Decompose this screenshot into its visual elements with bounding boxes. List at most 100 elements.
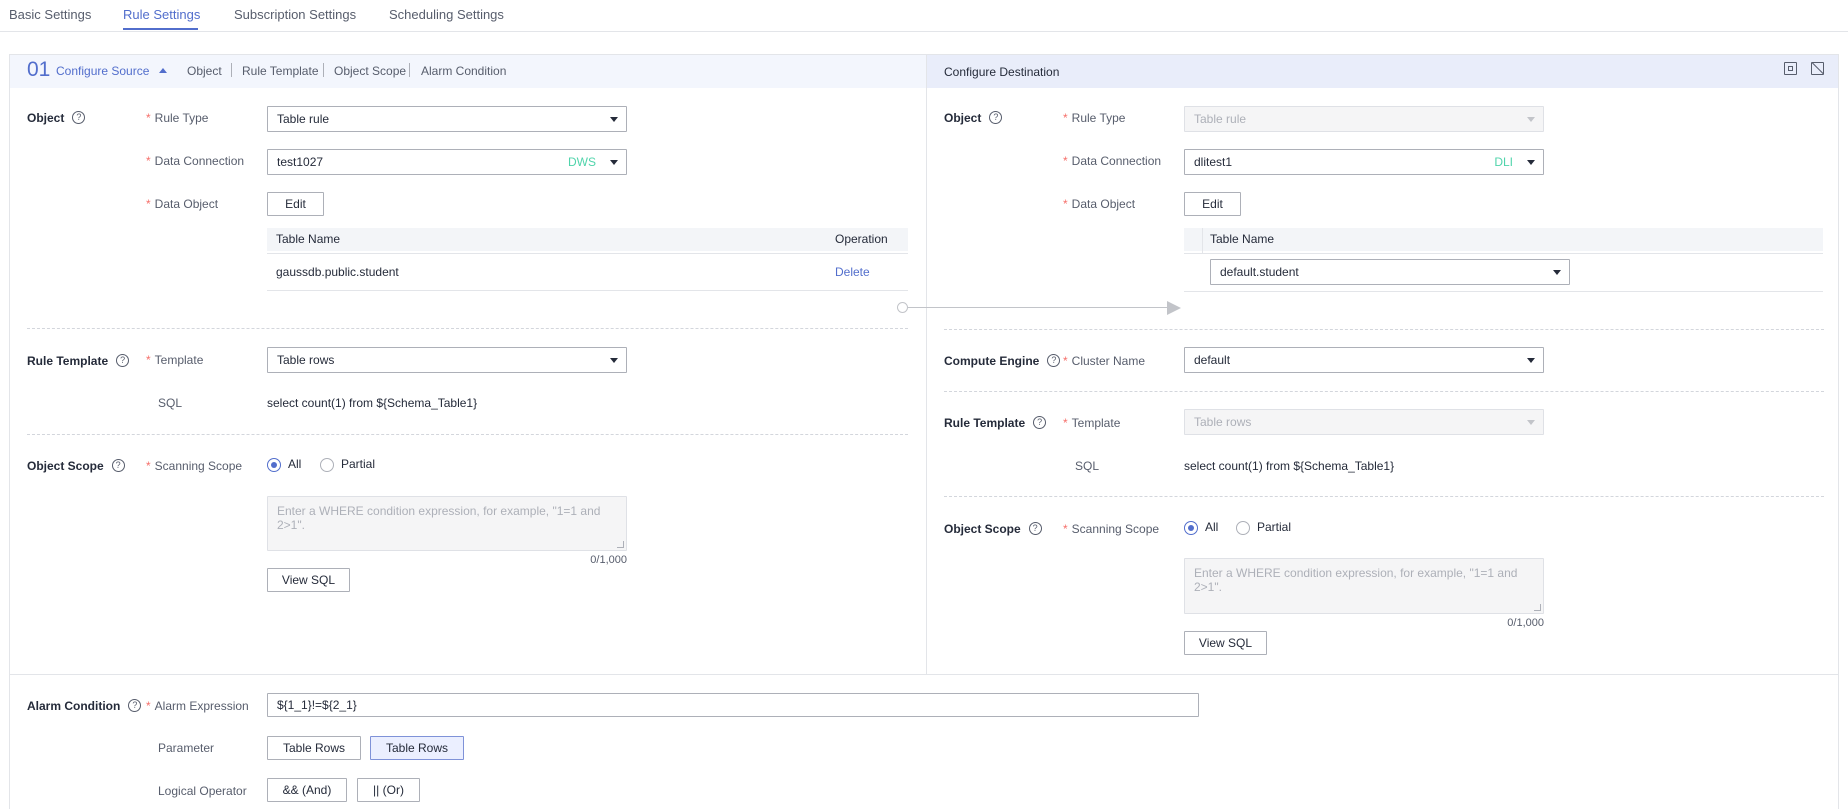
chevron-down-icon [610,358,618,363]
mapping-start-node-icon [897,302,908,313]
copy-icon-inner [1788,66,1793,71]
chevron-down-icon [1527,358,1535,363]
source-object-section-label: Object? [27,111,86,125]
destination-rule-type-select: Table rule [1184,106,1544,132]
destination-scope-partial-label: Partial [1257,520,1292,534]
help-icon[interactable]: ? [1033,416,1047,430]
source-template-select[interactable]: Table rows [267,347,627,373]
tab-basic-settings[interactable]: Basic Settings [9,7,91,22]
chevron-down-icon [610,117,618,122]
section-divider [27,434,908,435]
column-header-operation: Operation [835,232,888,246]
destination-data-object-label: * Data Object [1063,197,1136,211]
source-rule-template-section-label: Rule Template? [27,354,130,368]
destination-rule-template-section-label: Rule Template? [944,416,1047,430]
and-operator-button[interactable]: && (And) [267,778,347,802]
anchor-separator [231,63,232,77]
help-icon[interactable]: ? [72,111,86,125]
destination-rule-type-label: * Rule Type [1063,111,1126,125]
alarm-condition-section-label: Alarm Condition? [27,699,142,713]
source-data-connection-label: * Data Connection [146,154,245,168]
help-icon[interactable]: ? [116,354,130,368]
section-divider [944,391,1824,392]
configure-source-toggle[interactable]: Configure Source [56,64,167,78]
source-data-connection-select[interactable]: test1027 DWS [267,149,627,175]
table-divider [1184,253,1823,254]
table-divider [267,290,908,291]
fullscreen-icon[interactable] [1811,62,1824,75]
destination-table-name-select[interactable]: default.student [1210,259,1570,285]
source-sql-value: select count(1) from ${Schema_Table1} [267,396,478,410]
chevron-down-icon [1527,160,1535,165]
source-scope-all-label: All [288,457,302,471]
anchor-alarm-condition[interactable]: Alarm Condition [421,64,506,78]
destination-table-header: Table Name [1184,228,1823,251]
destination-sql-value: select count(1) from ${Schema_Table1} [1184,459,1395,473]
chevron-down-icon [1527,117,1535,122]
anchor-rule-template[interactable]: Rule Template [242,64,319,78]
section-divider [27,328,908,329]
anchor-object[interactable]: Object [187,64,222,78]
source-scope-partial-radio[interactable] [320,458,334,472]
delete-row-link[interactable]: Delete [835,265,870,279]
destination-data-connection-select[interactable]: dlitest1 DLI [1184,149,1544,175]
destination-scope-all-radio[interactable] [1184,521,1198,535]
cluster-name-select[interactable]: default [1184,347,1544,373]
destination-view-sql-button[interactable]: View SQL [1184,631,1267,655]
alarm-expression-input[interactable]: ${1_1}!=${2_1} [267,693,1199,717]
help-icon[interactable]: ? [989,111,1003,125]
destination-scope-all-label: All [1205,520,1219,534]
chevron-down-icon [610,160,618,165]
mapping-arrow-line [908,307,1167,308]
destination-template-label: * Template [1063,416,1121,430]
anchor-object-scope[interactable]: Object Scope [334,64,406,78]
source-where-condition-textarea[interactable]: Enter a WHERE condition expression, for … [267,496,627,551]
destination-edit-button[interactable]: Edit [1184,192,1241,216]
chevron-down-icon [1527,420,1535,425]
destination-panel-header [927,55,1838,88]
tabs-divider [0,31,1848,32]
resize-handle-icon[interactable] [617,541,624,548]
logical-operator-label: Logical Operator [158,784,247,798]
destination-object-section-label: Object? [944,111,1003,125]
source-template-label: * Template [146,353,204,367]
source-rule-type-label: * Rule Type [146,111,209,125]
destination-where-condition-textarea[interactable]: Enter a WHERE condition expression, for … [1184,558,1544,614]
or-operator-button[interactable]: || (Or) [357,778,420,802]
table-cell-table-name: gaussdb.public.student [276,265,399,279]
parameter-button-source-table-rows[interactable]: Table Rows [267,736,361,760]
tab-scheduling-settings[interactable]: Scheduling Settings [389,7,504,22]
alarm-expression-label: * Alarm Expression [146,699,249,713]
cluster-name-label: * Cluster Name [1063,354,1146,368]
arrow-right-icon [1167,301,1181,315]
source-scanning-scope-label: * Scanning Scope [146,459,243,473]
destination-character-counter: 0/1,000 [1507,617,1544,629]
source-view-sql-button[interactable]: View SQL [267,568,350,592]
tab-subscription-settings[interactable]: Subscription Settings [234,7,356,22]
step-number: 01 [27,58,51,81]
source-rule-type-select[interactable]: Table rule [267,106,627,132]
resize-handle-icon[interactable] [1534,604,1541,611]
help-icon[interactable]: ? [111,459,125,473]
connection-type-tag: DLI [1494,155,1513,169]
source-character-counter: 0/1,000 [590,554,627,566]
source-object-scope-section-label: Object Scope? [27,459,125,473]
tab-rule-settings[interactable]: Rule Settings [123,7,200,22]
parameter-button-destination-table-rows[interactable]: Table Rows [370,736,464,760]
destination-scanning-scope-label: * Scanning Scope [1063,522,1160,536]
source-edit-button[interactable]: Edit [267,192,324,216]
help-icon[interactable]: ? [1047,354,1061,368]
anchor-separator [323,63,324,77]
parameter-label: Parameter [158,741,215,755]
destination-scope-partial-radio[interactable] [1236,521,1250,535]
help-icon[interactable]: ? [128,699,142,713]
copy-icon[interactable] [1784,62,1797,75]
source-scope-all-radio[interactable] [267,458,281,472]
source-scope-partial-label: Partial [341,457,376,471]
chevron-up-icon [158,68,167,74]
help-icon[interactable]: ? [1028,522,1042,536]
column-header-table-name: Table Name [276,232,341,246]
destination-data-connection-label: * Data Connection [1063,154,1162,168]
destination-template-select: Table rows [1184,409,1544,435]
chevron-down-icon [1553,270,1561,275]
